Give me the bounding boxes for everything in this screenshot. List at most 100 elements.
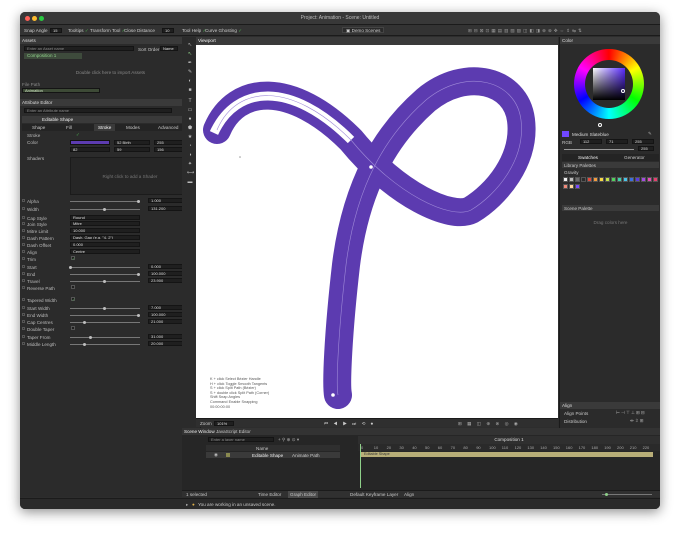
tool-help-toggle[interactable]: Tool Help ✓ [182, 28, 206, 34]
pen-tool-icon[interactable]: ✒ [187, 60, 193, 66]
color-swatch[interactable] [641, 177, 646, 182]
keyframe-toggle-icon[interactable] [22, 199, 25, 202]
slider-knob[interactable] [103, 208, 106, 211]
attribute-checkbox[interactable]: ✓ [71, 256, 75, 261]
scene-palette-drop-area[interactable]: Drag colors here [562, 213, 659, 231]
select-tool-icon[interactable]: ↖ [187, 42, 193, 48]
library-name[interactable]: Gravity [564, 170, 579, 175]
tab-advanced[interactable]: Advanced [158, 125, 178, 130]
color-swatch[interactable] [587, 177, 592, 182]
color-mode-select[interactable]: RGB [562, 140, 572, 145]
timeline-ruler[interactable]: 0 10 20 30 40 50 60 70 80 90 100 110 120 130 140 150 160… [358, 444, 660, 451]
eye-icon[interactable]: ◉ [214, 452, 218, 458]
color-swatch[interactable] [617, 177, 622, 182]
stroke-color-swatch[interactable] [70, 140, 110, 145]
layer-row[interactable]: ◉ Editable Shape Animate Path [206, 452, 340, 458]
color-field-3[interactable]: 82 [70, 147, 110, 152]
path-point[interactable] [549, 168, 553, 172]
line-tool-icon[interactable]: ⟷ [187, 170, 194, 176]
tab-scene-window[interactable]: Scene Window [184, 429, 215, 434]
asset-search-input[interactable]: Enter an Asset name [24, 46, 134, 51]
playhead[interactable] [360, 444, 361, 488]
slider-knob[interactable] [137, 314, 140, 317]
color-swatch[interactable] [605, 177, 610, 182]
tab-generator[interactable]: Generator [624, 155, 645, 160]
toolbar-icons[interactable]: ⊞⊟⊠⊡▦▤▥▧▨◫◧◨⊕⊗✥⇔⇕⇆⇅ [468, 28, 584, 34]
distribution-icons[interactable]: ⇹⇳⊞ [630, 418, 645, 424]
brush-tool-icon[interactable]: ✎ [187, 69, 193, 75]
subselect-tool-icon[interactable]: ↖ [187, 51, 193, 57]
asset-item-composition[interactable]: Composition 1 [24, 53, 82, 59]
keyframe-toggle-icon[interactable] [22, 327, 25, 330]
viewport-options-icons[interactable]: ⊞ ▦ ◫ ⊕ ⊗ ◎ ◉ [458, 421, 520, 427]
hue-handle[interactable] [598, 123, 602, 127]
tab-fill[interactable]: Fill [66, 125, 72, 130]
attribute-value-field[interactable]: 10.000 [70, 228, 140, 233]
alpha-input[interactable]: 255 [638, 146, 654, 151]
polygon-tool-icon[interactable]: ⬟ [187, 125, 193, 131]
playback-controls[interactable]: ⏮ ◀ ▶ ⏭ ⟲ ⏺ [324, 421, 375, 427]
attribute-slider[interactable] [70, 201, 140, 202]
zoom-select[interactable]: 101% [214, 421, 234, 426]
slider-knob[interactable] [137, 200, 140, 203]
keyframe-toggle-icon[interactable] [22, 306, 25, 309]
tooltips-toggle[interactable]: Tooltips ✓ [68, 28, 89, 34]
path-point[interactable] [331, 393, 335, 397]
slider-knob[interactable] [103, 307, 106, 310]
color-swatch[interactable] [563, 184, 568, 189]
color-swatch[interactable] [611, 177, 616, 182]
color-field-4[interactable]: 59 [114, 147, 150, 152]
curve-ghosting-toggle[interactable]: Curve Ghosting ✓ [205, 28, 242, 34]
attribute-search-input[interactable]: Enter an Attribute name [24, 108, 172, 113]
color-swatch[interactable] [575, 184, 580, 189]
keyframe-toggle-icon[interactable] [22, 207, 25, 210]
green-input[interactable]: 71 [606, 139, 628, 144]
tab-javascript-editor[interactable]: JavaScript Editor [216, 429, 251, 434]
animation-select[interactable]: Animation [22, 88, 100, 93]
keyframe-toggle-icon[interactable] [22, 243, 25, 246]
keyframe-toggle-icon[interactable] [22, 335, 25, 338]
attribute-checkbox[interactable]: ✓ [71, 297, 75, 302]
keyframe-toggle-icon[interactable] [22, 216, 25, 219]
attribute-value-field[interactable]: Dash, Gap (e.g. "4, 2") [70, 235, 140, 240]
path-end-point[interactable] [239, 156, 241, 158]
shape-drawing[interactable] [196, 45, 558, 418]
attribute-value-field[interactable]: 0.000 [70, 242, 140, 247]
color-square[interactable] [593, 68, 625, 100]
keyframe-toggle-icon[interactable] [22, 298, 25, 301]
slider-knob[interactable] [89, 336, 93, 339]
color-swatch[interactable] [653, 177, 658, 182]
color-swatch[interactable] [599, 177, 604, 182]
timeline-zoom-slider[interactable] [602, 494, 652, 495]
keyframe-toggle-icon[interactable] [22, 272, 25, 275]
transform-tool-toggle[interactable]: Transform Tool ✓ [90, 28, 126, 34]
path-point[interactable] [369, 165, 373, 169]
close-distance-input[interactable]: 10 [162, 28, 174, 33]
red-input[interactable]: 112 [580, 139, 602, 144]
layer-options-icons[interactable]: + ⚲ ⊕ ⊙ ▾ [278, 437, 299, 443]
keyframe-toggle-icon[interactable] [22, 320, 25, 323]
color-swatch[interactable] [593, 177, 598, 182]
slider-knob[interactable] [103, 280, 106, 283]
attribute-slider[interactable] [70, 267, 140, 268]
keyframe-toggle-icon[interactable] [22, 257, 25, 260]
attribute-value-field[interactable]: Round [70, 215, 140, 220]
slider-knob[interactable] [137, 273, 140, 276]
blue-input[interactable]: 255 [632, 139, 654, 144]
graph-editor-button[interactable]: Graph Editor [288, 491, 319, 498]
camera-tool-icon[interactable]: ■ [187, 87, 193, 93]
keyframe-toggle-icon[interactable] [22, 229, 25, 232]
attribute-value-field[interactable]: Mitre [70, 221, 140, 226]
tab-swatches[interactable]: Swatches [578, 155, 598, 160]
star-tool-icon[interactable]: ★ [187, 134, 193, 140]
viewport-canvas[interactable]: K + click Select Bézier Handle H + click… [196, 45, 558, 418]
color-field-1[interactable]: 52 Birth [114, 140, 150, 145]
text-tool-icon[interactable]: T [187, 98, 193, 104]
timeline-track-bar[interactable]: Editable Shape [361, 452, 653, 457]
attribute-slider[interactable] [70, 337, 140, 338]
keyframe-toggle-icon[interactable] [22, 313, 25, 316]
shader-drop-area[interactable]: Right click to add a Shader [70, 157, 190, 195]
snap-angle-input[interactable]: 15 [50, 28, 62, 33]
color-swatch[interactable] [575, 177, 580, 182]
keyframe-toggle-icon[interactable] [22, 236, 25, 239]
